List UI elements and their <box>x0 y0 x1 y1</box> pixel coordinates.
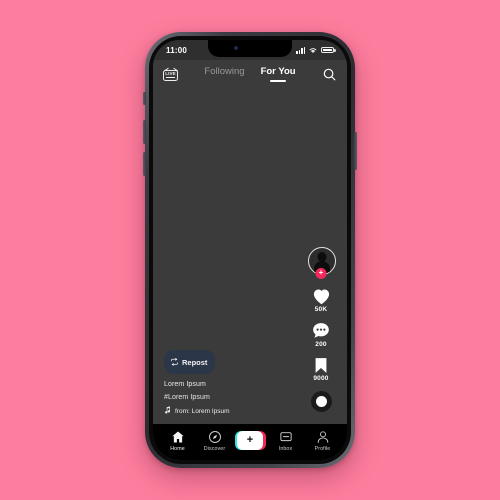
status-time: 11:00 <box>166 45 188 55</box>
comment-action[interactable]: 200 <box>312 322 330 348</box>
volume-down-button[interactable] <box>143 152 146 176</box>
tab-home-label: Home <box>170 445 185 452</box>
tab-inbox-label: Inbox <box>278 445 293 452</box>
status-icons <box>296 41 336 59</box>
tab-inbox[interactable]: Inbox <box>269 430 303 452</box>
tab-following[interactable]: Following <box>204 66 244 82</box>
action-rail: + 50K 200 9000 <box>304 246 338 412</box>
caption-username[interactable]: Lorem Ipsum <box>164 381 289 388</box>
screenshot-stage: 11:00 LIVE Following For You + 50K 200 9… <box>0 0 500 500</box>
caption-music-text: from: Lorem Ipsum <box>175 407 230 415</box>
caption-music-row[interactable]: from: Lorem Ipsum <box>164 406 289 416</box>
cellular-signal-icon <box>296 46 305 54</box>
inbox-icon <box>279 430 293 444</box>
bookmark-action[interactable]: 9000 <box>313 357 329 382</box>
create-video-button[interactable]: + <box>234 431 266 450</box>
volume-up-button[interactable] <box>143 120 146 144</box>
heart-icon[interactable] <box>312 288 331 305</box>
phone-notch <box>208 40 292 57</box>
author-avatar[interactable]: + <box>308 246 336 279</box>
tab-profile[interactable]: Profile <box>306 430 340 452</box>
top-navigation-bar: LIVE Following For You <box>153 60 347 88</box>
tab-discover-label: Discover <box>203 445 226 452</box>
silence-switch-button[interactable] <box>143 92 146 105</box>
video-caption-block: Repost Lorem Ipsum #Lorem Ipsum from: Lo… <box>164 350 289 416</box>
battery-icon <box>321 46 336 54</box>
front-camera-icon <box>234 46 238 50</box>
repost-label: Repost <box>182 357 208 367</box>
bottom-tab-bar: Home Discover + Inbox Profile <box>153 424 347 460</box>
follow-button[interactable]: + <box>315 267 327 279</box>
tab-profile-label: Profile <box>314 445 331 452</box>
like-action[interactable]: 50K <box>312 288 331 313</box>
compass-icon <box>208 430 222 444</box>
plus-icon: + <box>246 433 254 446</box>
live-icon[interactable]: LIVE <box>163 67 178 81</box>
caption-hashtag[interactable]: #Lorem Ipsum <box>164 394 289 401</box>
like-count: 50K <box>314 306 328 313</box>
person-icon <box>316 430 330 444</box>
comment-count: 200 <box>315 340 327 348</box>
search-icon[interactable] <box>322 67 337 82</box>
wifi-icon <box>308 41 318 59</box>
repost-badge[interactable]: Repost <box>164 350 216 374</box>
phone-screen: 11:00 LIVE Following For You + 50K 200 9… <box>153 40 347 460</box>
power-button[interactable] <box>354 132 357 170</box>
bookmark-icon[interactable] <box>313 357 329 374</box>
tab-for-you[interactable]: For You <box>261 66 296 82</box>
music-disc-icon[interactable] <box>310 391 332 412</box>
bookmark-count: 9000 <box>313 375 329 382</box>
feed-tabs: Following For You <box>178 66 322 82</box>
repost-icon <box>170 353 179 371</box>
music-note-icon <box>164 406 171 416</box>
tab-home[interactable]: Home <box>161 430 195 452</box>
comment-icon[interactable] <box>312 322 330 339</box>
tab-discover[interactable]: Discover <box>198 430 232 452</box>
home-icon <box>171 430 185 444</box>
phone-frame: 11:00 LIVE Following For You + 50K 200 9… <box>143 32 357 468</box>
